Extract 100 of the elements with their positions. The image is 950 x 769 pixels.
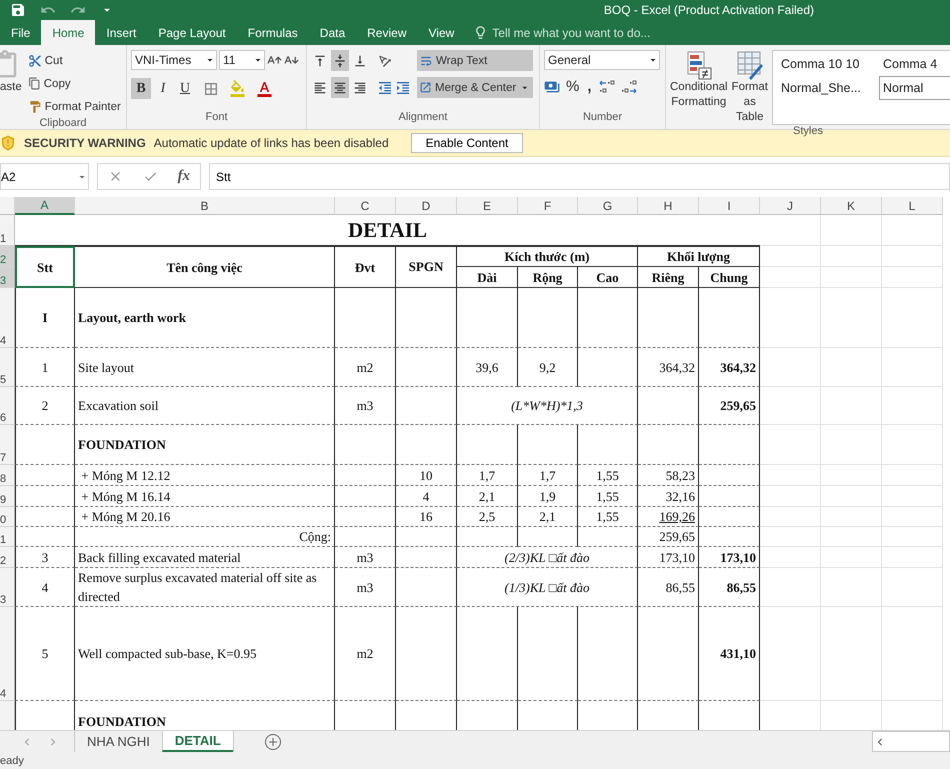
row-number[interactable]: 2 <box>0 246 15 267</box>
tell-me-field[interactable]: Tell me what you want to do... <box>492 26 650 40</box>
ribbon-tab[interactable]: Formulas <box>236 20 309 45</box>
ribbon-tab[interactable]: Data <box>308 20 356 45</box>
table-cell: m3 <box>335 568 396 607</box>
table-cell: 173,10 <box>638 547 699 568</box>
borders-icon[interactable] <box>203 80 219 96</box>
column-header[interactable]: G <box>578 197 638 215</box>
ribbon-tab[interactable]: View <box>418 20 466 45</box>
row-number[interactable]: 7 <box>0 425 15 465</box>
column-header[interactable]: F <box>518 197 578 215</box>
table-cell: 39,6 <box>457 348 518 387</box>
row-number[interactable]: 5 <box>0 348 15 387</box>
ribbon-tab[interactable]: Insert <box>95 20 148 45</box>
add-sheet-icon[interactable] <box>264 732 282 750</box>
align-center-button[interactable] <box>331 77 349 98</box>
formula-field[interactable]: Stt <box>209 163 950 190</box>
row-number[interactable]: 8 <box>0 465 15 486</box>
indent-decrease-icon[interactable] <box>377 80 393 96</box>
font-name-dropdown[interactable]: VNI-Times <box>131 50 217 70</box>
percent-button[interactable]: % <box>564 76 582 97</box>
underline-button[interactable]: U <box>175 78 195 99</box>
bold-button[interactable]: B <box>131 78 151 99</box>
row-number[interactable]: 4 <box>0 288 15 348</box>
column-header[interactable]: A <box>15 197 75 215</box>
ribbon-tab[interactable]: Page Layout <box>147 20 237 45</box>
status-text: eady <box>0 754 24 766</box>
column-header[interactable]: E <box>457 197 518 215</box>
table-cell: 259,65 <box>638 527 699 547</box>
ribbon-tab[interactable]: Home <box>41 20 96 45</box>
column-header[interactable]: J <box>760 197 821 215</box>
font-color-icon[interactable] <box>256 80 273 97</box>
cell-style-item[interactable]: Comma 10 10 <box>776 52 875 76</box>
table-cell: Excavation soil <box>75 387 335 425</box>
cell-style-item[interactable]: Comma 4 <box>878 52 950 76</box>
table-cell: 9,2 <box>518 348 578 387</box>
table-cell: 2,1 <box>457 486 518 507</box>
indent-increase-icon[interactable] <box>395 80 411 96</box>
middle-align-button[interactable] <box>331 50 349 71</box>
copy-icon <box>28 77 41 90</box>
table-cell: (L*W*H)*1,3 <box>457 387 638 425</box>
row-number[interactable]: 1 <box>0 527 15 547</box>
table-cell: 86,55 <box>699 568 760 607</box>
fill-color-icon[interactable] <box>229 80 246 97</box>
format-as-table-button[interactable]: Format as Table <box>732 50 768 125</box>
horizontal-scrollbar[interactable] <box>872 731 950 752</box>
row-number[interactable]: 3 <box>0 568 15 607</box>
paste-button[interactable]: aste <box>0 50 22 117</box>
security-message: Automatic update of links has been disabled <box>154 136 389 150</box>
table-cell: m2 <box>335 607 396 701</box>
number-format-dropdown[interactable]: General <box>544 50 660 70</box>
conditional-formatting-button[interactable]: Conditional Formatting <box>670 50 728 125</box>
row-number[interactable]: 3 <box>0 267 15 288</box>
column-header[interactable]: B <box>75 197 335 215</box>
column-header[interactable]: L <box>882 197 943 215</box>
comma-button[interactable]: , <box>585 76 594 97</box>
table-cell: m3 <box>335 547 396 568</box>
cell-style-item[interactable]: Normal <box>878 76 950 100</box>
row-number[interactable]: 2 <box>0 547 15 568</box>
row-number[interactable]: 6 <box>0 387 15 425</box>
merge-center-button[interactable]: Merge & Center <box>417 77 533 98</box>
table-cell: 2 <box>15 387 75 425</box>
format-painter-button[interactable]: Format Painter <box>26 96 123 117</box>
column-header[interactable]: H <box>638 197 699 215</box>
font-size-dropdown[interactable]: 11 <box>219 50 265 70</box>
increase-decimal-icon[interactable] <box>598 78 616 94</box>
italic-button[interactable]: I <box>153 78 173 99</box>
column-header[interactable]: D <box>396 197 457 215</box>
row-number[interactable]: 9 <box>0 486 15 507</box>
row-number[interactable]: 1 <box>0 215 15 246</box>
table-cell: m2 <box>335 348 396 387</box>
table-cell: (2/3)KL □ất đào <box>457 547 638 568</box>
enable-content-button[interactable]: Enable Content <box>410 133 524 153</box>
cell-style-item[interactable]: Normal_She... <box>776 76 875 100</box>
cut-button[interactable]: Cut <box>26 50 123 71</box>
sheet-tab[interactable]: DETAIL <box>162 731 233 752</box>
align-lines-icon <box>313 80 327 94</box>
scissors-icon <box>28 54 42 68</box>
table-cell: + Móng M 16.14 <box>75 486 335 507</box>
insert-function-button[interactable]: fx <box>178 168 190 185</box>
align-lines-icon <box>333 80 347 94</box>
name-box[interactable]: A2 <box>0 163 89 190</box>
ribbon-tab[interactable]: Review <box>356 20 418 45</box>
row-number[interactable]: 0 <box>0 507 15 527</box>
column-heading: Khối lượng <box>638 246 760 267</box>
window-title: BOQ - Excel (Product Activation Failed) <box>604 3 814 17</box>
save-icon[interactable] <box>10 2 26 18</box>
warning-shield-icon <box>0 135 16 151</box>
decrease-decimal-icon[interactable] <box>620 78 638 94</box>
align-lines-icon <box>353 80 367 94</box>
row-number[interactable]: 4 <box>0 607 15 701</box>
column-header[interactable]: K <box>821 197 882 215</box>
column-header[interactable]: C <box>335 197 396 215</box>
column-heading: Chung <box>699 267 760 288</box>
column-header[interactable]: I <box>699 197 760 215</box>
currency-icon[interactable] <box>544 78 560 94</box>
copy-button[interactable]: Copy <box>26 73 123 94</box>
table-cell: 1,7 <box>518 465 578 486</box>
wrap-text-button[interactable]: Wrap Text <box>417 50 533 71</box>
ribbon-tab[interactable]: File <box>0 20 42 45</box>
